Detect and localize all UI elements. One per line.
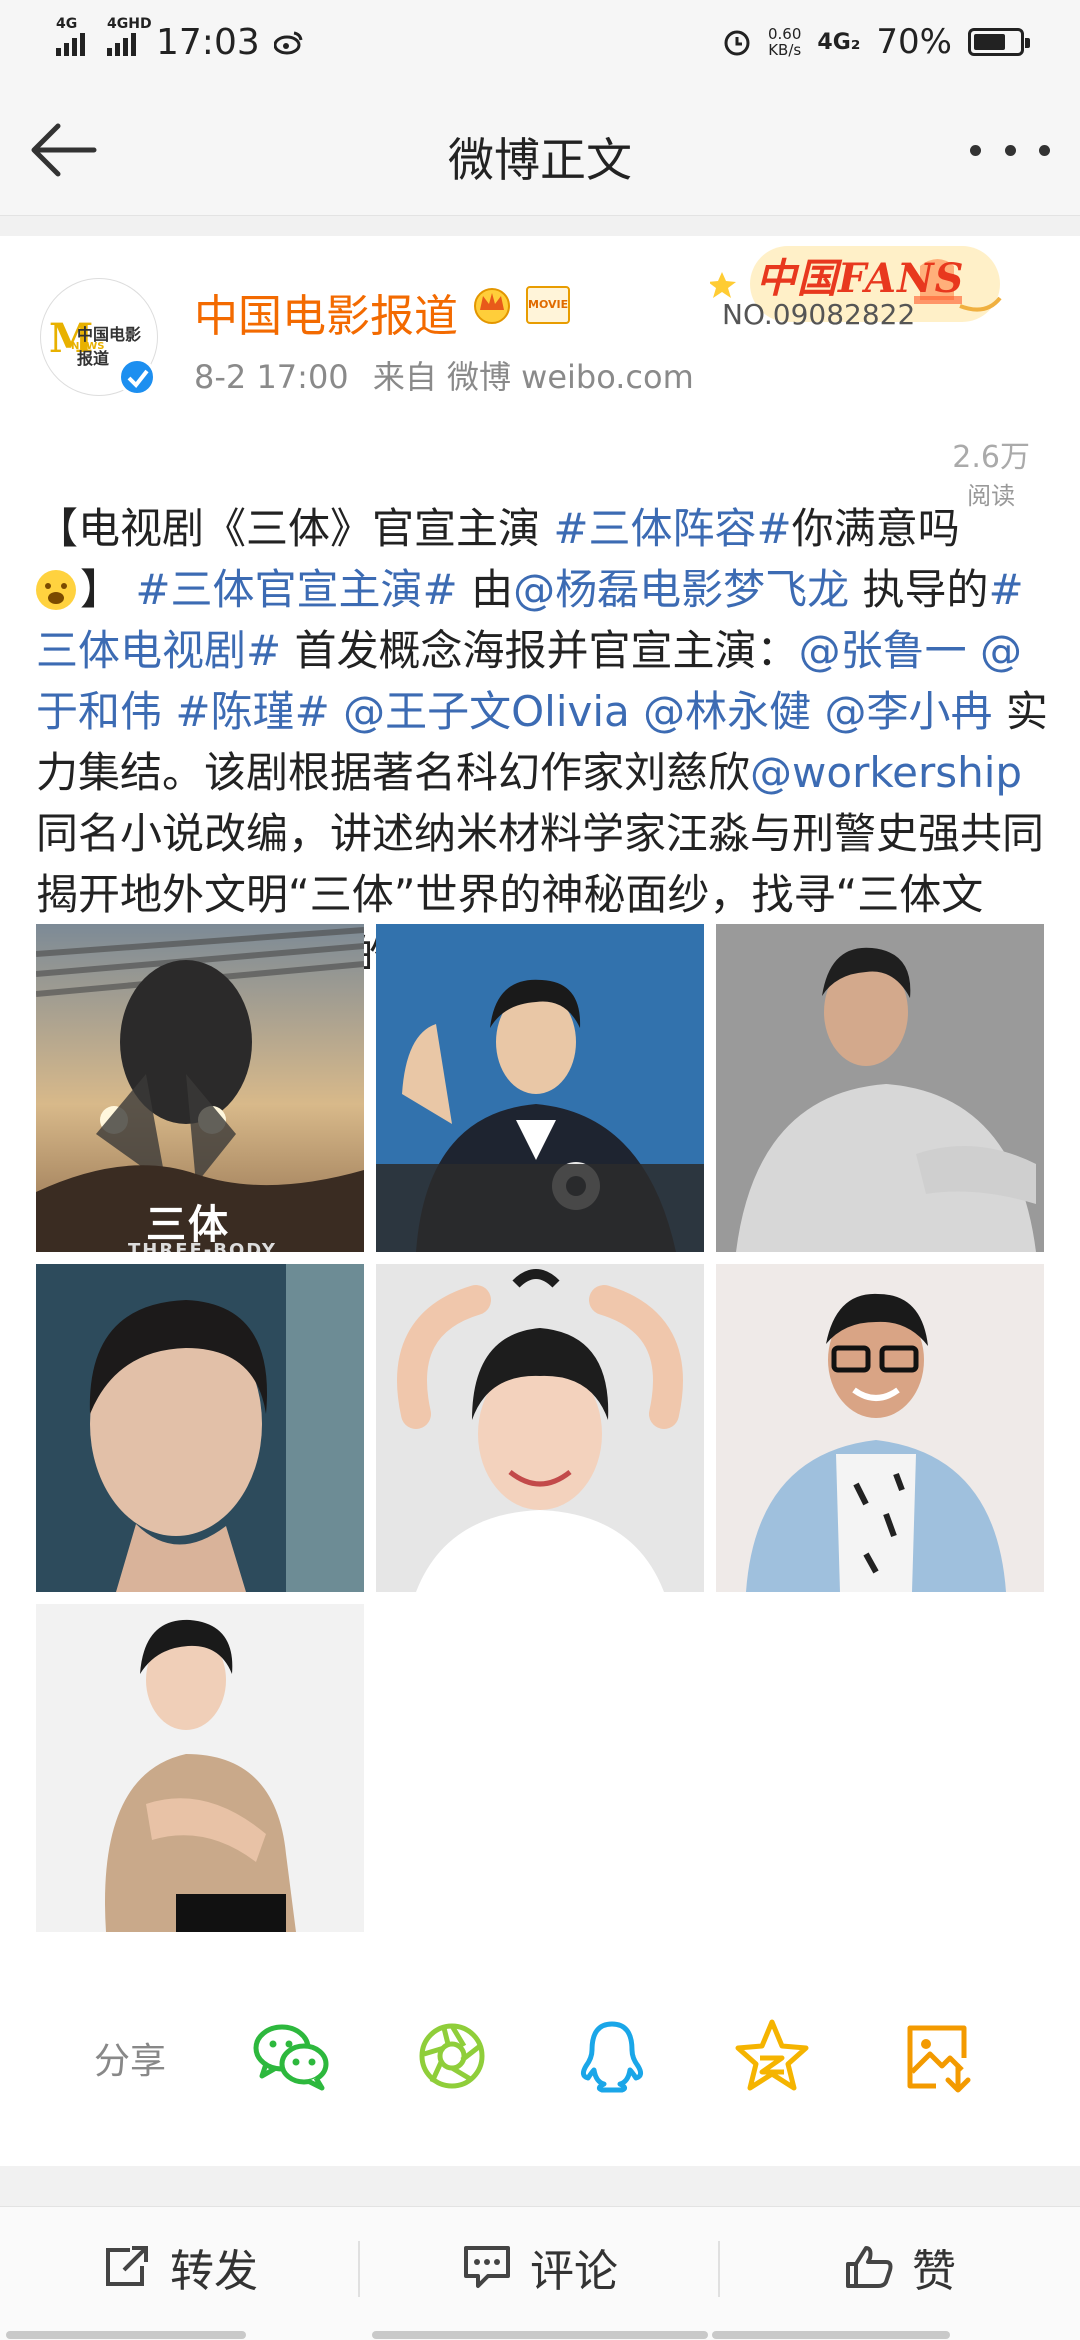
fans-badge-title: 中国FANS	[756, 255, 965, 302]
image-actor-3[interactable]	[716, 924, 1044, 1252]
poster-subtitle: THREE-BODY	[128, 1240, 277, 1252]
mention-link[interactable]: @张鲁一	[799, 626, 967, 675]
surprised-emoji-icon	[36, 570, 76, 610]
post-text-run: 你满意吗	[791, 504, 960, 553]
qq-icon	[580, 2021, 644, 2093]
status-left: 4G 4GHD 17:03	[56, 16, 304, 63]
post-text-run: 执导的	[849, 565, 989, 614]
page-title: 微博正文	[448, 133, 632, 187]
share-save-image-button[interactable]	[896, 2014, 980, 2098]
actor-photo	[716, 924, 1044, 1252]
post-text-run	[967, 626, 980, 675]
battery-percent: 70%	[876, 22, 952, 62]
qzone-icon	[735, 2019, 809, 2091]
save-image-icon	[907, 2025, 971, 2093]
repost-icon	[106, 2246, 148, 2286]
alarm-icon	[724, 30, 750, 56]
comment-label: 评论	[530, 2246, 618, 2297]
avatar-logo: M 中国电影报道 NEWS	[49, 315, 149, 368]
hashtag-link[interactable]: #陈瑾#	[175, 687, 329, 736]
share-qzone-button[interactable]	[730, 2014, 814, 2098]
verified-icon	[118, 358, 156, 396]
post-meta: 8-2 17:00 来自 微博 weibo.com	[194, 352, 708, 398]
image-actor-2[interactable]	[376, 924, 704, 1252]
share-qq-button[interactable]	[570, 2014, 654, 2098]
network-label-2: 4GHD	[107, 16, 152, 32]
home-indicator	[712, 2331, 950, 2339]
battery-icon	[968, 28, 1030, 56]
home-indicator	[6, 2331, 246, 2339]
action-bar: 转发 评论 赞	[0, 2206, 1080, 2340]
speed-unit: KB/s	[768, 41, 802, 59]
mention-link[interactable]: @林永健	[643, 687, 811, 736]
share-wechat-button[interactable]	[250, 2014, 334, 2098]
post-text-run: 【电视剧《三体》官宣主演	[36, 504, 554, 553]
read-count-value: 2.6万	[952, 440, 1030, 475]
post-text-run	[630, 687, 643, 736]
mention-link[interactable]: @李小冉	[825, 687, 993, 736]
post-text-run	[162, 687, 175, 736]
post-text-run	[811, 687, 824, 736]
actor-photo	[36, 1604, 364, 1932]
image-actor-7[interactable]	[36, 1604, 364, 1932]
network-label-3: 4G₂	[817, 29, 861, 55]
actor-photo	[716, 1264, 1044, 1592]
comment-icon	[464, 2246, 510, 2288]
share-label: 分享	[94, 2041, 167, 2082]
moments-icon	[419, 2023, 485, 2089]
share-row: 分享	[0, 1996, 1080, 2116]
image-poster[interactable]: 三体 THREE-BODY	[36, 924, 364, 1252]
post-text: 【电视剧《三体》官宣主演 #三体阵容#你满意吗】 #三体官宣主演# 由@杨磊电影…	[36, 498, 1052, 986]
home-indicator	[372, 2331, 708, 2339]
network-label-1: 4G	[56, 16, 78, 32]
separator	[0, 216, 1080, 236]
mention-link[interactable]: @杨磊电影梦飞龙	[513, 565, 849, 614]
weibo-notify-icon	[273, 31, 303, 55]
image-actor-6[interactable]	[716, 1264, 1044, 1592]
post-text-run: 由	[457, 565, 514, 614]
share-moments-button[interactable]	[410, 2014, 494, 2098]
post-text-run: 】	[80, 565, 136, 614]
fans-badge-number: NO.09082822	[722, 298, 916, 331]
fans-badge[interactable]: 中国FANS NO.09082822	[710, 240, 1010, 360]
post-text-run: 首发概念海报并官宣主演：	[281, 626, 799, 675]
movie-badge[interactable]: MOVIE	[526, 286, 570, 324]
image-grid: 三体 THREE-BODY	[36, 924, 1044, 1932]
actor-photo	[376, 1264, 704, 1592]
wechat-icon	[253, 2024, 329, 2091]
image-actor-5[interactable]	[376, 1264, 704, 1592]
mention-link[interactable]: @王子文Olivia	[343, 687, 630, 736]
post-text-run	[330, 687, 343, 736]
post-source: 来自 微博 weibo.com	[372, 358, 694, 396]
battery-fill	[974, 34, 1005, 50]
post-date: 8-2 17:00	[194, 358, 349, 396]
status-bar: 4G 4GHD 17:03 0.60 KB/s 4G₂ 70%	[0, 0, 1080, 84]
signal-icon-2: 4GHD	[107, 16, 152, 56]
status-right: 0.60 KB/s 4G₂ 70%	[722, 22, 1030, 62]
mention-link[interactable]: @workership	[750, 748, 1022, 797]
like-button[interactable]: 赞	[720, 2207, 1080, 2327]
repost-label: 转发	[170, 2246, 258, 2297]
post-card: M 中国电影报道 NEWS 中国电影报道 MOVIE 8-2 17:00 来自 …	[0, 236, 1080, 2166]
signal-icon: 4G	[56, 16, 85, 56]
like-label: 赞	[912, 2246, 956, 2297]
crown-icon	[474, 288, 510, 324]
actor-photo	[376, 924, 704, 1252]
net-speed: 0.60 KB/s	[768, 26, 801, 58]
nav-bar: 微博正文	[0, 84, 1080, 216]
clock: 17:03	[156, 21, 260, 63]
actor-photo	[36, 1264, 364, 1592]
user-name[interactable]: 中国电影报道	[194, 280, 458, 344]
hashtag-link[interactable]: #三体官宣主演#	[135, 565, 457, 614]
hashtag-link[interactable]: #三体阵容#	[553, 504, 791, 553]
avatar-logo-sub: NEWS	[71, 341, 105, 352]
more-button[interactable]	[970, 126, 1050, 174]
repost-button[interactable]: 转发	[0, 2207, 360, 2327]
speed-value: 0.60	[768, 25, 802, 43]
image-actor-4[interactable]	[36, 1264, 364, 1592]
like-icon	[846, 2246, 893, 2288]
comment-button[interactable]: 评论	[360, 2207, 720, 2327]
separator-bottom	[0, 2166, 1080, 2206]
